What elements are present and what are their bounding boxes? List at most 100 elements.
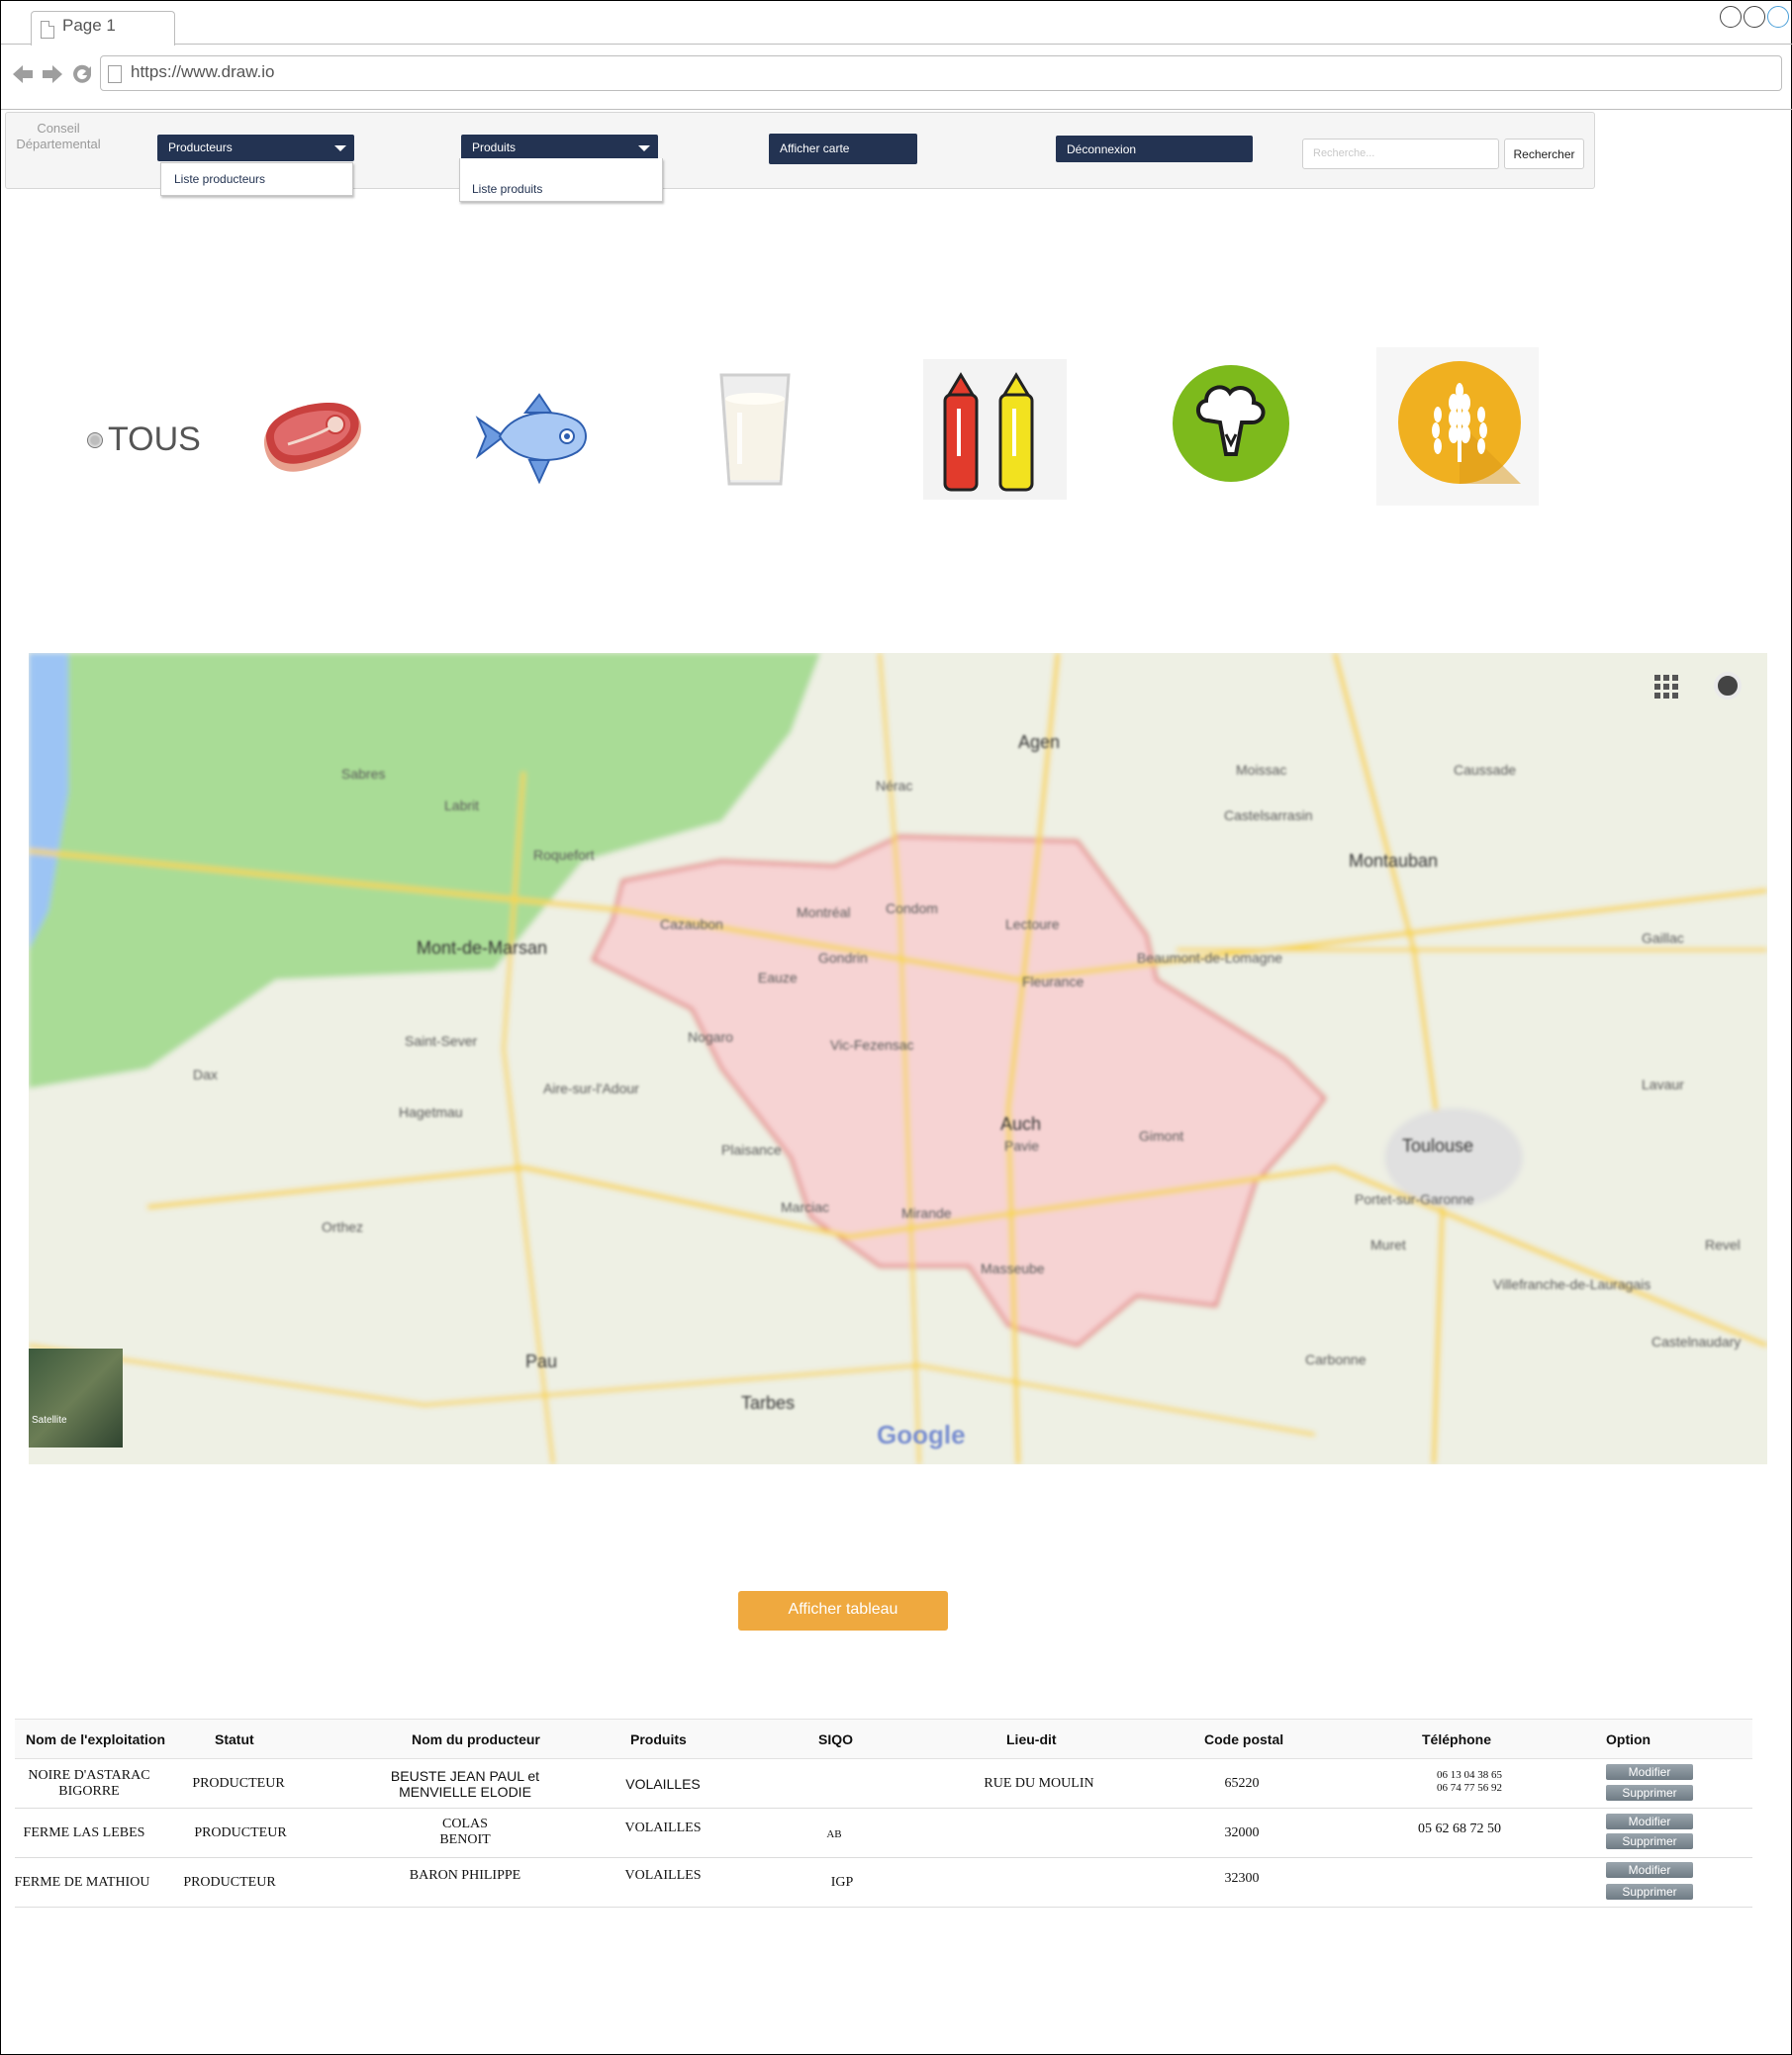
map-label: Sabres [341,766,386,782]
map-label: Eauze [758,970,798,985]
column-header[interactable]: Statut [215,1731,254,1747]
minimize-button[interactable] [1720,6,1742,28]
condiment-bottles-icon[interactable] [923,359,1067,500]
show-map-button[interactable]: Afficher carte [769,134,917,164]
map-label: Nérac [876,778,913,794]
cell-statut: PRODUCTEUR [183,1875,276,1890]
fish-icon[interactable] [474,391,591,486]
meat-steak-icon[interactable] [258,399,367,482]
map-label: Aire-sur-l'Adour [543,1080,639,1096]
window-controls [1720,6,1789,28]
broccoli-vegetable-icon[interactable] [1171,363,1291,484]
cell-statut: PRODUCTEUR [194,1825,287,1840]
modify-button[interactable]: Modifier [1606,1814,1693,1829]
delete-button[interactable]: Supprimer [1606,1785,1693,1801]
map-label: Mirande [901,1205,952,1221]
satellite-toggle[interactable]: Satellite [29,1349,123,1448]
delete-button[interactable]: Supprimer [1606,1833,1693,1849]
map-label: Muret [1370,1237,1406,1253]
map-label: Moissac [1236,762,1287,778]
map-view[interactable]: Agen Montauban Mont-de-Marsan Auch Toulo… [29,653,1767,1464]
show-table-button[interactable]: Afficher tableau [738,1591,948,1631]
producers-dropdown-label: Producteurs [168,140,233,154]
cell-exploitation: FERME LAS LEBES [23,1825,145,1840]
milk-glass-icon[interactable] [717,367,793,490]
map-label: Montauban [1349,851,1439,871]
address-bar[interactable]: https://www.draw.io [100,55,1782,91]
cell-telephone: 05 62 68 72 50 [1418,1821,1501,1836]
cell-exploitation: FERME DE MATHIOU [14,1875,150,1890]
cell-text: 06 13 04 38 65 [1437,1769,1502,1781]
map-label: Tarbes [741,1393,796,1413]
map-label: Mont-de-Marsan [417,938,548,958]
wheat-grain-icon[interactable] [1376,347,1539,506]
map-label: Masseube [981,1261,1045,1276]
reload-icon[interactable] [70,62,94,86]
radio-button[interactable] [87,431,103,448]
column-header[interactable]: Code postal [1204,1731,1283,1747]
column-header[interactable]: Nom de l'exploitation [26,1731,165,1747]
modify-button[interactable]: Modifier [1606,1764,1693,1780]
cell-telephone: 06 13 04 38 65 06 74 77 56 92 [1380,1769,1558,1795]
products-dropdown-menu: Liste produits [459,158,663,202]
map-label: Gondrin [818,950,868,966]
brand-label: Conseil Départemental [16,121,101,151]
table-row: FERME DE MATHIOU PRODUCTEUR BARON PHILIP… [15,1858,1752,1908]
back-arrow-icon[interactable] [11,63,35,85]
category-all-option[interactable]: TOUS [87,420,201,459]
map-label: Montréal [797,904,851,920]
maximize-button[interactable] [1744,6,1765,28]
cell-produits: VOLAILLES [625,1776,701,1792]
apps-grid-icon[interactable] [1654,675,1678,699]
url-text: https://www.draw.io [131,62,275,81]
search-input[interactable]: Recherche... [1302,139,1499,169]
logout-button[interactable]: Déconnexion [1056,136,1253,162]
cell-produits: VOLAILLES [624,1868,702,1883]
map-label: Toulouse [1402,1136,1474,1156]
menu-item-liste-produits[interactable]: Liste produits [472,182,542,196]
forward-arrow-icon[interactable] [41,63,64,85]
column-header[interactable]: Option [1606,1731,1651,1747]
category-all-label: TOUS [108,420,201,458]
map-label: Auch [1000,1114,1042,1134]
map-label: Roquefort [533,847,595,863]
map-label: Castelnaudary [1651,1334,1742,1350]
map-label: Beaumont-de-Lomagne [1137,950,1283,966]
menu-item-liste-producteurs[interactable]: Liste producteurs [174,172,265,186]
cell-exploitation: NOIRE D'ASTARAC BIGORRE [15,1768,163,1800]
column-header[interactable]: Nom du producteur [412,1731,540,1747]
map-label: Pavie [1004,1138,1040,1154]
products-dropdown-button[interactable]: Produits [461,135,658,161]
map-label: Saint-Sever [405,1033,478,1049]
producers-dropdown-button[interactable]: Producteurs [157,135,354,161]
cell-code-postal: 65220 [1224,1776,1260,1791]
search-button[interactable]: Rechercher [1504,139,1584,169]
show-map-label: Afficher carte [780,141,850,155]
column-header[interactable]: Lieu-dit [1006,1731,1057,1747]
logout-label: Déconnexion [1067,142,1137,156]
table-row: FERME LAS LEBES PRODUCTEUR COLAS BENOIT … [15,1809,1752,1858]
map-label: Dax [193,1067,218,1082]
table-row: NOIRE D'ASTARAC BIGORRE PRODUCTEUR BEUST… [15,1759,1752,1809]
map-label: Lectoure [1005,916,1060,932]
cell-siqo: AB [826,1828,842,1840]
cell-statut: PRODUCTEUR [192,1776,285,1791]
modify-button[interactable]: Modifier [1606,1862,1693,1878]
close-button[interactable] [1767,6,1789,28]
column-header[interactable]: SIQO [818,1731,853,1747]
cell-producteur: BARON PHILIPPE [409,1868,521,1883]
map-label: Plaisance [721,1142,782,1158]
street-view-icon[interactable] [1714,672,1742,700]
map-label: Castelsarrasin [1224,807,1313,823]
cell-producteur: BEUSTE JEAN PAUL et MENVIELLE ELODIE [371,1768,559,1800]
column-header[interactable]: Téléphone [1422,1731,1491,1747]
map-label: Agen [1018,732,1061,752]
tab-page-1[interactable]: Page 1 [31,11,175,46]
tab-bar: Page 1 [1,1,1792,46]
map-label: Gimont [1139,1128,1184,1144]
app-header: Conseil Départemental Producteurs Liste … [5,112,1595,202]
products-dropdown-label: Produits [472,140,517,154]
column-header[interactable]: Produits [630,1731,687,1747]
delete-button[interactable]: Supprimer [1606,1884,1693,1900]
map-label: Orthez [322,1219,364,1235]
